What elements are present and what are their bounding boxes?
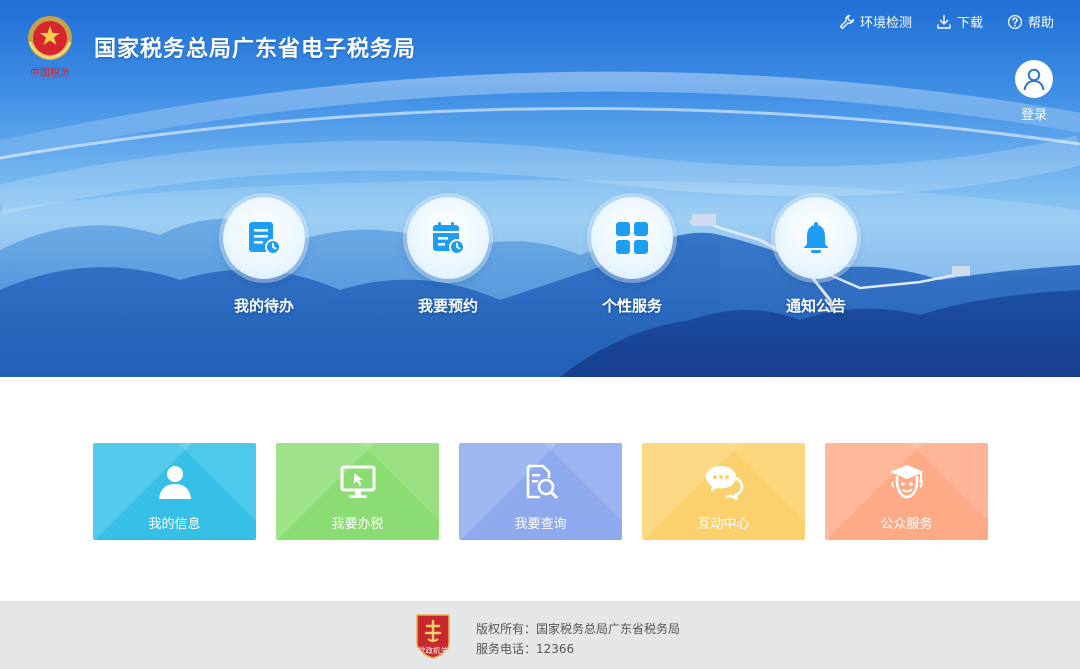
- download-link[interactable]: 下载: [936, 12, 983, 31]
- feature-personal-service-label: 个性服务: [601, 297, 662, 315]
- tile-do-tax[interactable]: 我要办税: [276, 443, 439, 540]
- todo-list-icon: [223, 197, 305, 279]
- feature-my-todo[interactable]: 我的待办: [204, 197, 324, 316]
- feature-notice-label: 通知公告: [785, 297, 846, 315]
- tile-public-service-label: 公众服务: [880, 517, 933, 532]
- chat-bubble-icon: [704, 463, 744, 501]
- tile-query-label: 我要查询: [514, 517, 567, 532]
- document-search-icon: [522, 463, 560, 501]
- svg-text:中国税务: 中国税务: [30, 66, 70, 79]
- footer: 党政机关 版权所有：国家税务总局广东省税务局 服务电话：12366: [0, 601, 1080, 669]
- bell-icon: [775, 197, 857, 279]
- download-label: 下载: [956, 16, 983, 31]
- tile-my-info-label: 我的信息: [148, 517, 201, 532]
- tile-query[interactable]: 我要查询: [459, 443, 622, 540]
- service-phone-text: 服务电话：12366: [476, 642, 575, 656]
- user-avatar-icon: [1015, 60, 1053, 98]
- tile-interaction[interactable]: 互动中心: [642, 443, 805, 540]
- copyright-text: 版权所有：国家税务总局广东省税务局: [476, 622, 681, 636]
- site-title: 国家税务总局广东省电子税务局: [94, 37, 417, 62]
- tile-do-tax-label: 我要办税: [331, 517, 384, 532]
- feature-my-todo-label: 我的待办: [233, 297, 294, 315]
- tax-emblem-icon: 中国税务: [28, 16, 72, 79]
- login-button[interactable]: 登录: [1014, 60, 1054, 123]
- person-icon: [156, 463, 194, 501]
- tile-interaction-label: 互动中心: [697, 517, 750, 532]
- help-icon: [1007, 14, 1023, 29]
- login-label: 登录: [1020, 108, 1047, 123]
- feature-notice[interactable]: 通知公告: [756, 197, 876, 316]
- feature-appointment[interactable]: 我要预约: [388, 197, 508, 316]
- grid-apps-icon: [591, 197, 673, 279]
- wrench-icon: [839, 14, 855, 29]
- env-check-label: 环境检测: [859, 16, 912, 31]
- env-check-link[interactable]: 环境检测: [839, 12, 912, 31]
- party-government-badge-icon[interactable]: 党政机关: [414, 613, 452, 659]
- footer-info: 版权所有：国家税务总局广东省税务局 服务电话：12366: [476, 619, 680, 659]
- service-tiles: 我的信息 我要办税 我要查询 互动中心 公众服务: [93, 443, 988, 540]
- calendar-clock-icon: [407, 197, 489, 279]
- monitor-cursor-icon: [339, 463, 377, 501]
- feature-personal-service[interactable]: 个性服务: [572, 197, 692, 316]
- hero-banner: 中国税务 国家税务总局广东省电子税务局 环境检测 下载 帮助 登录 我的待办 我…: [0, 0, 1080, 377]
- svg-text:党政机关: 党政机关: [418, 645, 448, 655]
- help-label: 帮助: [1027, 16, 1054, 31]
- top-links: 环境检测 下载 帮助: [839, 12, 1054, 31]
- feature-appointment-label: 我要预约: [417, 297, 478, 315]
- help-link[interactable]: 帮助: [1007, 12, 1054, 31]
- tile-public-service[interactable]: 公众服务: [825, 443, 988, 540]
- app-root: 中国税务 国家税务总局广东省电子税务局 环境检测 下载 帮助 登录 我的待办 我…: [0, 0, 1080, 669]
- download-icon: [937, 14, 951, 29]
- tile-my-info[interactable]: 我的信息: [93, 443, 256, 540]
- graduate-face-icon: [888, 463, 926, 501]
